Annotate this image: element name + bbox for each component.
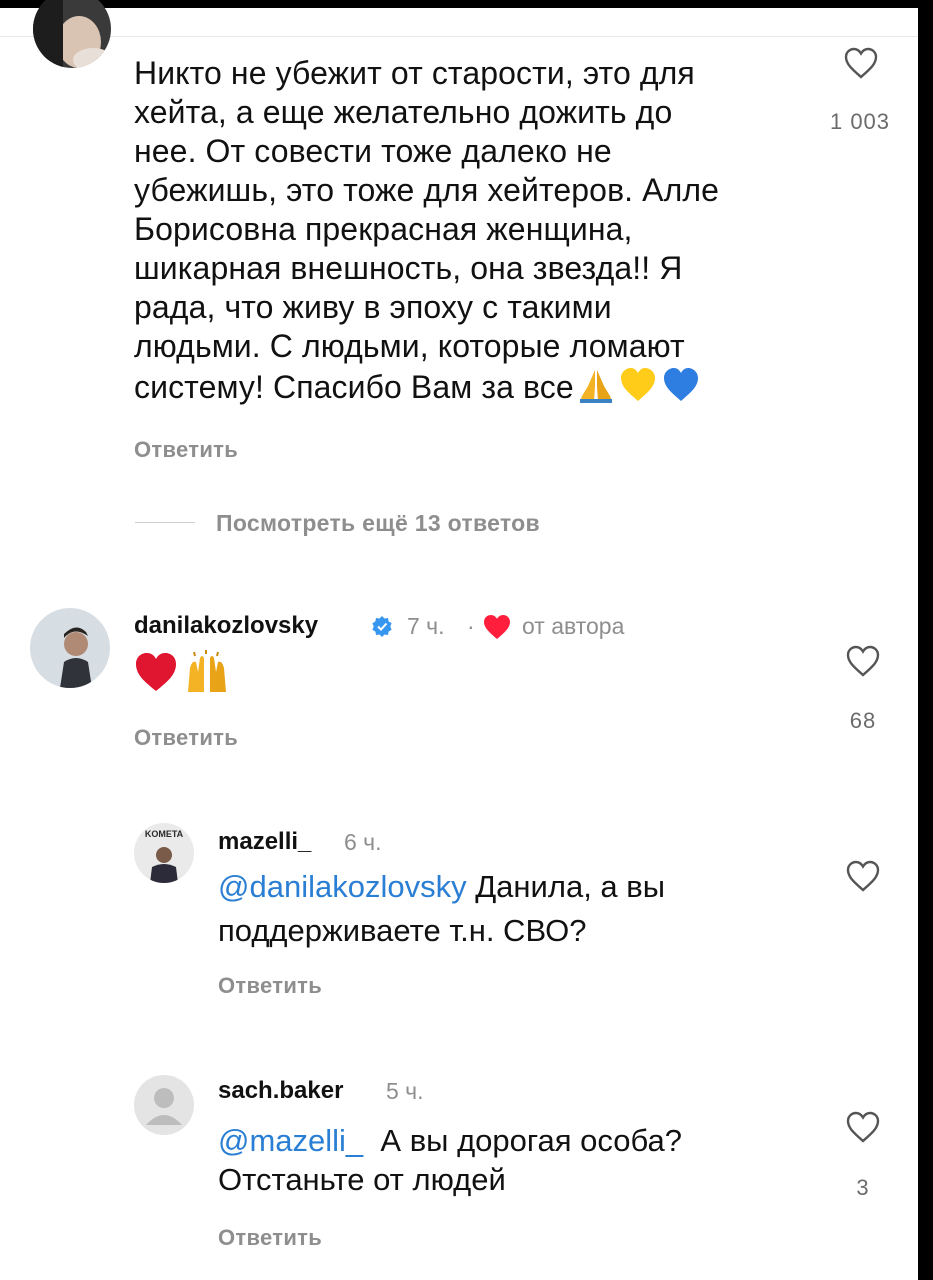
- avatar[interactable]: [33, 0, 111, 68]
- top-divider: [0, 36, 918, 37]
- comment-line: Никто не убежит от старости, это для: [134, 55, 695, 91]
- reply-button[interactable]: Ответить: [134, 725, 238, 751]
- comment-time: 5 ч.: [386, 1078, 424, 1104]
- raising-hands-emoji: [184, 650, 230, 699]
- folded-hands-emoji: [576, 366, 616, 413]
- like-heart-icon[interactable]: [845, 1110, 881, 1144]
- like-count: 68: [849, 708, 877, 733]
- author-heart-icon: [483, 614, 511, 640]
- like-count: 3: [856, 1175, 870, 1200]
- divider: [135, 522, 195, 523]
- mention-link[interactable]: @mazelli_: [218, 1123, 363, 1158]
- verified-badge-icon: [371, 615, 393, 637]
- meta-separator: ·: [467, 613, 475, 639]
- comment-line: нее. От совести тоже далеко не: [134, 133, 612, 169]
- svg-text:KOMETA: KOMETA: [145, 829, 184, 839]
- red-heart-emoji: [134, 651, 178, 698]
- reply-text-line: @mazelli_ А вы дорогая особа?: [218, 1120, 682, 1162]
- reply-text-line: поддерживаете т.н. СВО?: [218, 913, 587, 948]
- comment-time: 6 ч.: [344, 829, 382, 855]
- like-heart-icon[interactable]: [845, 859, 881, 893]
- comment-line: людьми. С людьми, которые ломают: [134, 328, 685, 364]
- comment-line: систему! Спасибо Вам за все: [134, 366, 700, 413]
- comment-line: шикарная внешность, она звезда!! Я: [134, 250, 683, 286]
- username[interactable]: sach.baker: [218, 1077, 343, 1105]
- status-bar-edge: [0, 0, 918, 8]
- reply-button[interactable]: Ответить: [218, 1225, 322, 1251]
- view-more-replies-button[interactable]: Посмотреть ещё 13 ответов: [216, 510, 540, 537]
- comments-screen: Никто не убежит от старости, это для хей…: [0, 0, 918, 1280]
- comment-line: рада, что живу в эпоху с такими: [134, 289, 612, 325]
- reply-text-line: Отстаньте от людей: [218, 1162, 506, 1197]
- username[interactable]: danilakozlovsky: [134, 612, 318, 640]
- avatar[interactable]: [30, 608, 110, 688]
- reply-text: А вы дорогая особа?: [363, 1123, 682, 1158]
- comment-line: хейта, а еще желательно дожить до: [134, 94, 673, 130]
- mention-link[interactable]: @danilakozlovsky: [218, 869, 467, 904]
- avatar[interactable]: KOMETA: [134, 823, 194, 883]
- comment-line-text: систему! Спасибо Вам за все: [134, 368, 574, 405]
- blue-heart-emoji: [662, 367, 700, 412]
- like-heart-icon[interactable]: [843, 46, 879, 80]
- author-badge: от автора: [522, 613, 625, 639]
- yellow-heart-emoji: [619, 367, 657, 412]
- like-count: 1 003: [829, 109, 891, 134]
- reply-text-line: @danilakozlovsky Данила, а вы: [218, 866, 665, 908]
- username[interactable]: mazelli_: [218, 828, 311, 856]
- like-heart-icon[interactable]: [845, 644, 881, 678]
- comment-emojis: [134, 650, 230, 699]
- comment-line: убежишь, это тоже для хейтеров. Алле: [134, 172, 720, 208]
- reply-text: Данила, а вы: [466, 869, 666, 904]
- comment-line: Борисовна прекрасная женщина,: [134, 211, 633, 247]
- reply-button[interactable]: Ответить: [218, 973, 322, 999]
- avatar[interactable]: [134, 1075, 194, 1135]
- comment-time: 7 ч.: [407, 613, 445, 639]
- reply-button[interactable]: Ответить: [134, 437, 238, 463]
